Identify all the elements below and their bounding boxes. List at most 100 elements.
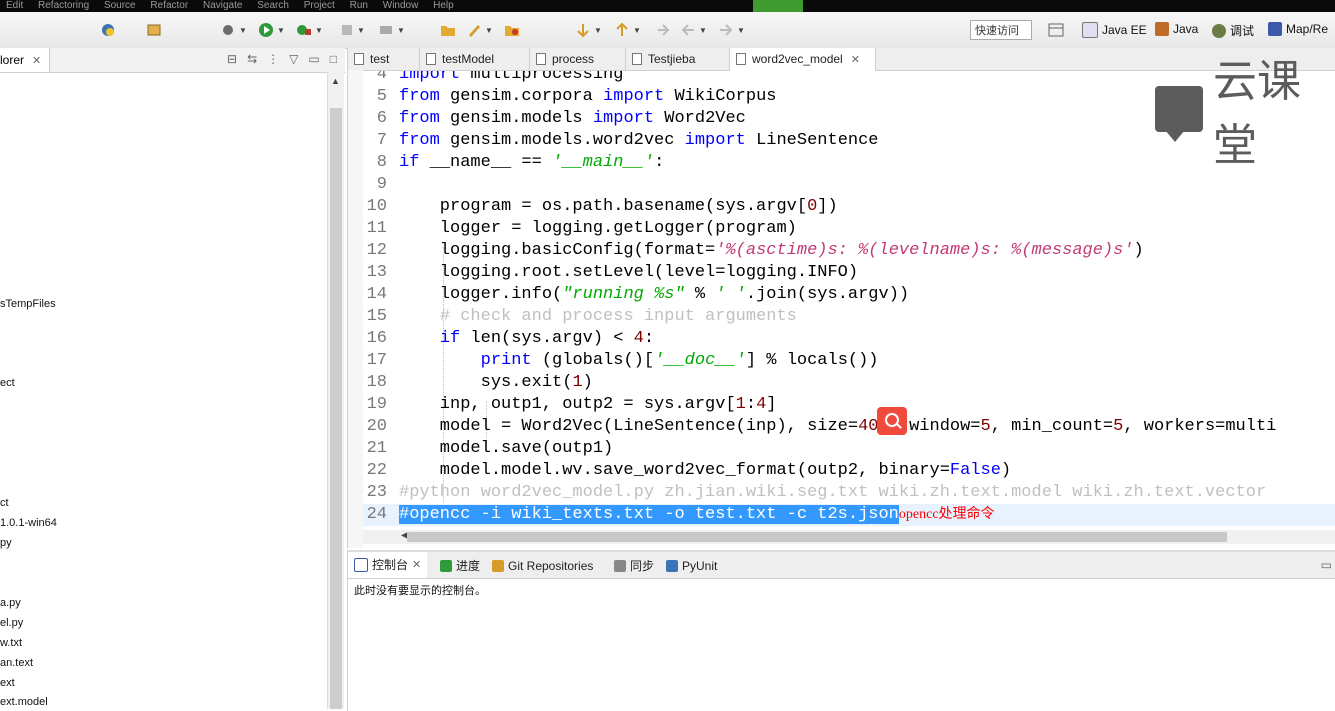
scrollbar-thumb[interactable] xyxy=(330,108,342,709)
tab-label: PyUnit xyxy=(682,559,718,573)
tree-item[interactable]: el.py xyxy=(0,617,23,629)
tree-item[interactable]: ext xyxy=(0,677,15,689)
code-line: 11 logger = logging.getLogger(program) xyxy=(363,218,1335,240)
mapreduce-icon xyxy=(1268,22,1282,36)
explorer-tab-label: lorer xyxy=(0,53,25,67)
tab-project-explorer[interactable]: lorer ✕ xyxy=(0,48,51,72)
open-perspective-icon[interactable] xyxy=(1048,20,1064,40)
open-console-icon[interactable]: ▭ xyxy=(1321,558,1332,572)
code-line: 13 logging.root.setLevel(level=logging.I… xyxy=(363,262,1335,284)
tree-item[interactable]: py xyxy=(0,537,12,549)
tree-item[interactable]: ect xyxy=(0,377,15,389)
line-number: 23 xyxy=(366,483,387,502)
menu-navigate[interactable]: Navigate xyxy=(203,0,242,11)
tree-item[interactable]: a.py xyxy=(0,597,21,609)
tree-item[interactable]: ext.model xyxy=(0,696,48,708)
tab-process[interactable]: process xyxy=(530,48,626,70)
floating-search-button[interactable] xyxy=(877,407,907,435)
tab-label: word2vec_model xyxy=(752,52,843,66)
explorer-scrollbar[interactable]: ▲ xyxy=(327,72,344,709)
close-icon[interactable]: ✕ xyxy=(412,552,421,578)
python-file-icon xyxy=(536,53,546,65)
perspective-mapreduce[interactable]: Map/Re xyxy=(1268,22,1328,36)
scroll-up-icon[interactable]: ▲ xyxy=(331,76,340,86)
menu-refactor[interactable]: Refactor xyxy=(150,0,188,11)
run-button[interactable]: ▼ xyxy=(258,20,285,40)
tab-git-repositories[interactable]: Git Repositories xyxy=(492,557,593,575)
menu-run[interactable]: Run xyxy=(350,0,368,11)
build-icon[interactable]: ▼ xyxy=(378,20,405,40)
pyunit-icon xyxy=(666,560,678,572)
line-number: 14 xyxy=(366,285,387,304)
watermark-text: 云课堂 xyxy=(1213,57,1302,170)
line-number: 9 xyxy=(376,175,387,194)
open-folder-icon[interactable] xyxy=(440,20,456,40)
editor-horizontal-scrollbar[interactable]: ◀ xyxy=(363,530,1335,544)
tree-item[interactable]: ct xyxy=(0,497,9,509)
maximize-icon[interactable]: □ xyxy=(330,52,337,66)
last-edit-icon[interactable] xyxy=(656,20,672,40)
line-number: 21 xyxy=(366,439,387,458)
console-tab-bar: 控制台 ✕ 进度 Git Repositories 同步 PyUnit ▭ xyxy=(348,552,1335,579)
code-line: 23 #python word2vec_model.py zh.jian.wiki… xyxy=(363,482,1335,504)
git-icon xyxy=(492,560,504,572)
perspective-java[interactable]: Java xyxy=(1155,22,1198,36)
menu-edit[interactable]: Edit xyxy=(6,0,23,11)
next-annotation-icon[interactable]: ▼ xyxy=(575,20,602,40)
close-icon[interactable]: ✕ xyxy=(32,55,41,67)
menu-source[interactable]: Source xyxy=(104,0,136,11)
code-line: 14 logger.info("running %s" % ' '.join(s… xyxy=(363,284,1335,306)
tab-synchronize[interactable]: 同步 xyxy=(614,557,654,575)
close-icon[interactable]: ✕ xyxy=(851,54,860,66)
pen-icon[interactable]: ▼ xyxy=(466,20,493,40)
tree-item[interactable]: an.text xyxy=(0,657,33,669)
stop-icon[interactable]: ▼ xyxy=(340,20,365,40)
menu-refactoring[interactable]: Refactoring xyxy=(38,0,89,11)
filter-icon[interactable]: ⋮ xyxy=(267,52,279,66)
scrollbar-thumb[interactable] xyxy=(407,532,1227,542)
search-icon-handle xyxy=(896,423,902,429)
tab-word2vec-model[interactable]: word2vec_model ✕ xyxy=(730,48,876,71)
tree-item[interactable]: sTempFiles xyxy=(0,298,56,310)
line-number: 18 xyxy=(366,373,387,392)
forward-icon[interactable]: ▼ xyxy=(718,20,745,40)
python-file-icon xyxy=(354,53,364,65)
tab-pyunit[interactable]: PyUnit xyxy=(666,557,717,575)
tree-item[interactable]: 1.0.1-win64 xyxy=(0,517,57,529)
line-number: 8 xyxy=(376,153,387,172)
perspective-label: Map/Re xyxy=(1286,22,1329,36)
menu-help[interactable]: Help xyxy=(433,0,454,11)
link-editor-icon[interactable]: ⇆ xyxy=(247,52,257,66)
debug-run-button[interactable]: ▼ xyxy=(220,20,247,40)
new-module-icon[interactable] xyxy=(146,20,162,40)
external-tools-button[interactable]: ▼ xyxy=(296,20,323,40)
perspective-java-ee[interactable]: Java EE xyxy=(1082,22,1147,38)
watermark: 云课堂 xyxy=(1155,45,1335,173)
open-type-icon[interactable] xyxy=(504,20,520,40)
line-number: 17 xyxy=(366,351,387,370)
collapse-all-icon[interactable]: ⊟ xyxy=(227,52,237,66)
tab-testjieba[interactable]: Testjieba xyxy=(626,48,730,70)
python-icon[interactable] xyxy=(100,20,116,40)
view-menu-icon[interactable]: ▽ xyxy=(289,52,298,66)
menu-window[interactable]: Window xyxy=(383,0,419,11)
minimize-icon[interactable]: ▭ xyxy=(308,52,319,66)
tab-testmodel[interactable]: testModel xyxy=(420,48,530,70)
tab-test[interactable]: test xyxy=(348,48,420,70)
menu-project[interactable]: Project xyxy=(304,0,335,11)
code-line: 15 # check and process input arguments xyxy=(363,306,1335,328)
selected-text[interactable]: #opencc -i wiki_texts.txt -o test.txt -c… xyxy=(399,505,899,524)
tab-console[interactable]: 控制台 ✕ xyxy=(348,552,428,578)
perspective-label: Java EE xyxy=(1102,23,1147,37)
code-line: 12 logging.basicConfig(format='%(asctime… xyxy=(363,240,1335,262)
back-icon[interactable]: ▼ xyxy=(680,20,707,40)
menu-search[interactable]: Search xyxy=(257,0,289,11)
python-file-icon xyxy=(426,53,436,65)
code-line: 17 print (globals()['__doc__'] % locals(… xyxy=(363,350,1335,372)
perspective-debug[interactable]: 调试 xyxy=(1212,22,1254,39)
quick-access-field[interactable]: 快速访问 xyxy=(970,20,1032,40)
prev-annotation-icon[interactable]: ▼ xyxy=(614,20,641,40)
tab-progress[interactable]: 进度 xyxy=(440,557,480,575)
tree-item[interactable]: w.txt xyxy=(0,637,22,649)
code-line: 19 inp, outp1, outp2 = sys.argv[1:4] xyxy=(363,394,1335,416)
